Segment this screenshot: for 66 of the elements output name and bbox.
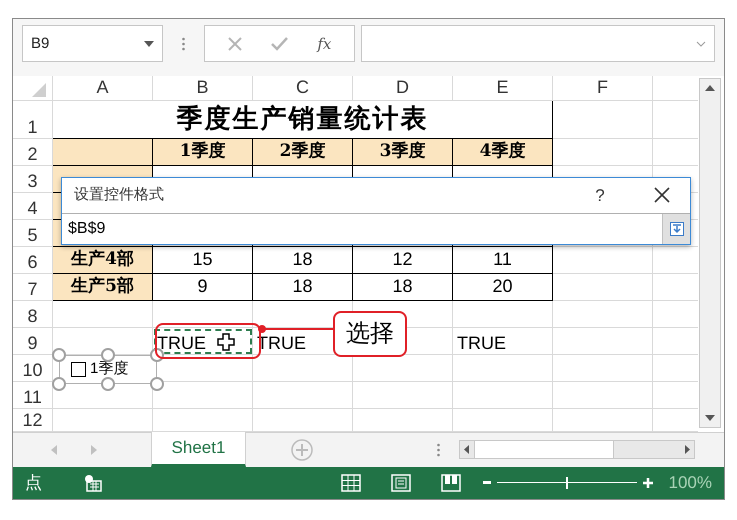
table-cell: TRUE: [453, 328, 553, 355]
zoom-in-icon[interactable]: [642, 478, 653, 488]
table-cell: 18: [253, 274, 353, 301]
column-header[interactable]: C: [253, 76, 353, 100]
row-header[interactable]: 3: [13, 166, 53, 193]
formula-input[interactable]: [361, 25, 715, 62]
reference-input[interactable]: $B$9: [62, 212, 690, 244]
zoom-slider-thumb[interactable]: [566, 476, 568, 489]
title-cell: 季度生产销量统计表: [53, 100, 553, 139]
horizontal-scrollbar[interactable]: [459, 440, 695, 460]
row-header[interactable]: 8: [13, 300, 53, 328]
column-header[interactable]: A: [53, 76, 153, 100]
scroll-thumb[interactable]: [474, 441, 614, 458]
table-cell: 15: [153, 246, 253, 274]
grip-icon: [182, 36, 185, 51]
close-icon: [654, 187, 670, 204]
row-header[interactable]: 6: [13, 246, 53, 274]
row-header[interactable]: 11: [13, 382, 53, 409]
cell-cursor-icon: [217, 332, 235, 351]
column-header[interactable]: D: [353, 76, 453, 100]
zoom-out-icon[interactable]: [482, 480, 491, 485]
dialog-title: 设置控件格式: [74, 185, 165, 206]
name-box[interactable]: B9: [22, 25, 163, 62]
grip-icon: [437, 442, 440, 457]
check-icon[interactable]: [270, 36, 288, 51]
callout-label: 选择: [333, 310, 407, 357]
status-text: 点: [25, 472, 42, 494]
caret-icon: [144, 40, 154, 47]
macro-record-icon[interactable]: [84, 474, 102, 492]
table-cell: 生产5部: [53, 274, 153, 301]
table-cell: 18: [353, 274, 453, 301]
chevron-down-icon[interactable]: [696, 40, 706, 47]
table-cell: 12: [353, 246, 453, 274]
zoom-level[interactable]: 100%: [668, 470, 712, 496]
row-header[interactable]: 7: [13, 274, 53, 301]
row-header[interactable]: 5: [13, 220, 53, 247]
arrow-down-icon: [670, 222, 684, 236]
table-cell: 2季度: [253, 138, 353, 166]
page-break-icon[interactable]: [440, 474, 461, 492]
table-cell: 9: [153, 274, 253, 301]
table-cell: 3季度: [353, 138, 453, 166]
corner-triangle-icon: [32, 82, 46, 97]
grid-view-icon[interactable]: [340, 474, 361, 492]
checkbox[interactable]: [71, 362, 86, 377]
collapse-dialog-button[interactable]: [662, 214, 690, 244]
table-cell: 1季度: [153, 138, 253, 166]
row-header[interactable]: 4: [13, 192, 53, 220]
vertical-scrollbar[interactable]: [699, 78, 721, 428]
row-header[interactable]: 2: [13, 138, 53, 166]
page-layout-icon[interactable]: [390, 474, 411, 492]
table-cell: 4季度: [453, 138, 553, 166]
sheet-tab[interactable]: Sheet1: [151, 432, 246, 467]
table-cell: 11: [453, 246, 553, 274]
row-header[interactable]: 12: [13, 408, 53, 432]
function-button[interactable]: fx: [317, 32, 332, 56]
table-cell: 生产4部: [53, 246, 153, 274]
help-button[interactable]: ?: [580, 180, 620, 210]
row-header[interactable]: 1: [13, 100, 53, 139]
zoom-slider[interactable]: [496, 476, 637, 489]
column-header[interactable]: E: [453, 76, 553, 100]
row-header[interactable]: 10: [13, 354, 53, 382]
row-header[interactable]: 9: [13, 328, 53, 355]
table-cell: 20: [453, 274, 553, 301]
column-header[interactable]: F: [553, 76, 653, 100]
column-header[interactable]: B: [153, 76, 253, 100]
table-cell: 18: [253, 246, 353, 274]
